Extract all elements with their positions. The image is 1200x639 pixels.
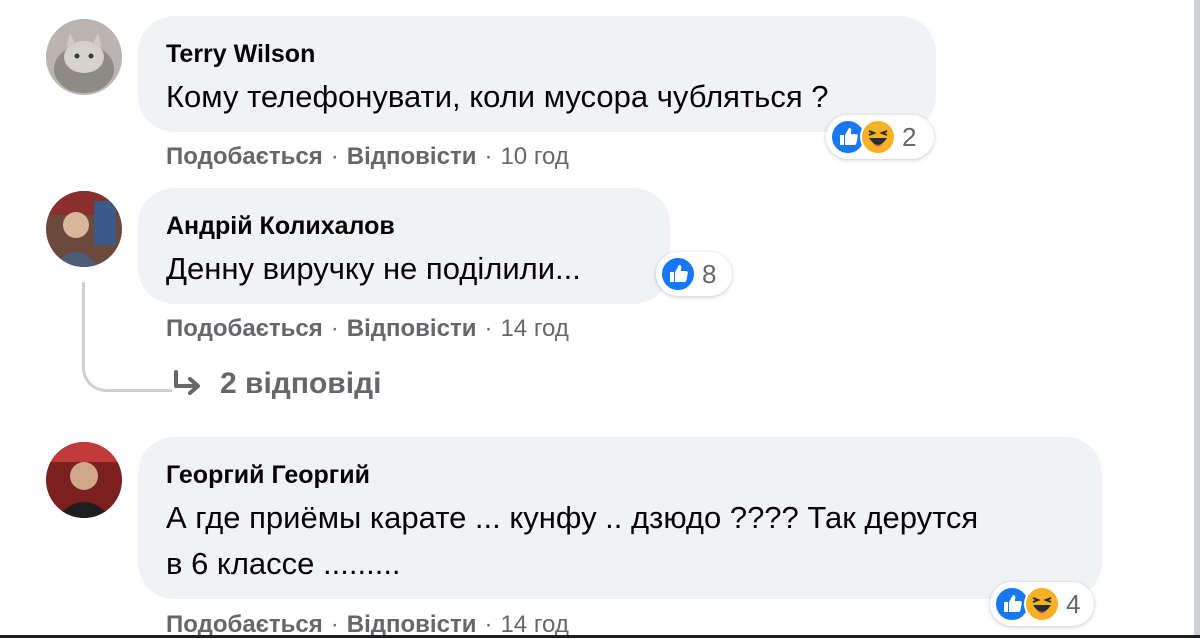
reaction-count: 2 xyxy=(902,121,917,152)
timestamp-link[interactable]: 14 год xyxy=(500,611,568,638)
comment-author[interactable]: Андрій Колихалов xyxy=(166,210,642,242)
comment-text-line: А где приёмы карате ... кунфу .. дзюдо ?… xyxy=(166,500,979,535)
timestamp-link[interactable]: 14 год xyxy=(500,315,568,342)
like-reaction-icon xyxy=(660,256,696,292)
separator: · xyxy=(484,315,493,342)
avatar[interactable] xyxy=(46,442,122,518)
avatar[interactable] xyxy=(46,19,122,95)
reply-button[interactable]: Відповісти xyxy=(347,611,477,638)
comment-actions: Подобається · Відповісти · 14 год xyxy=(166,315,569,343)
like-button[interactable]: Подобається xyxy=(166,315,323,342)
avatar-cat-image xyxy=(46,19,122,95)
haha-reaction-icon xyxy=(1024,586,1060,622)
comment-text: А где приёмы карате ... кунфу .. дзюдо ?… xyxy=(166,495,1074,587)
comment-author[interactable]: Георгий Георгий xyxy=(166,459,1074,491)
separator: · xyxy=(330,611,339,638)
separator: · xyxy=(330,143,339,170)
comment-text-line: в 6 классе ......... xyxy=(166,546,401,581)
reply-arrow-icon xyxy=(174,370,200,395)
reply-button[interactable]: Відповісти xyxy=(347,315,477,342)
reaction-count: 4 xyxy=(1066,588,1081,619)
comment-bubble: Terry Wilson Кому телефонувати, коли мус… xyxy=(138,16,936,132)
comment-text: Кому телефонувати, коли мусора чубляться… xyxy=(166,79,829,114)
separator: · xyxy=(484,143,493,170)
separator: · xyxy=(484,611,493,638)
haha-reaction-icon xyxy=(860,119,896,155)
thread-connector-line xyxy=(82,282,172,392)
avatar[interactable] xyxy=(46,191,122,267)
reply-button[interactable]: Відповісти xyxy=(347,143,477,170)
comment-bubble: Андрій Колихалов Денну виручку не поділи… xyxy=(138,188,670,304)
reaction-count: 8 xyxy=(702,258,717,289)
separator: · xyxy=(330,315,339,342)
comment-bubble: Георгий Георгий А где приёмы карате ... … xyxy=(138,437,1102,599)
comment-actions: Подобається · Відповісти · 10 год xyxy=(166,143,569,171)
reactions-summary[interactable]: 8 xyxy=(656,252,732,296)
avatar-person-image xyxy=(46,442,122,518)
reactions-summary[interactable]: 4 xyxy=(990,582,1094,626)
avatar-person-image xyxy=(46,191,122,267)
comment-text: Денну виручку не поділили... xyxy=(166,251,581,286)
panel-right-border xyxy=(1194,0,1200,638)
like-button[interactable]: Подобається xyxy=(166,143,323,170)
reactions-summary[interactable]: 2 xyxy=(826,115,934,159)
view-replies-button[interactable]: 2 відповіді xyxy=(170,366,381,402)
timestamp-link[interactable]: 10 год xyxy=(500,143,568,170)
replies-count-label: 2 відповіді xyxy=(220,367,382,400)
comment-author[interactable]: Terry Wilson xyxy=(166,38,908,70)
like-button[interactable]: Подобається xyxy=(166,611,323,638)
